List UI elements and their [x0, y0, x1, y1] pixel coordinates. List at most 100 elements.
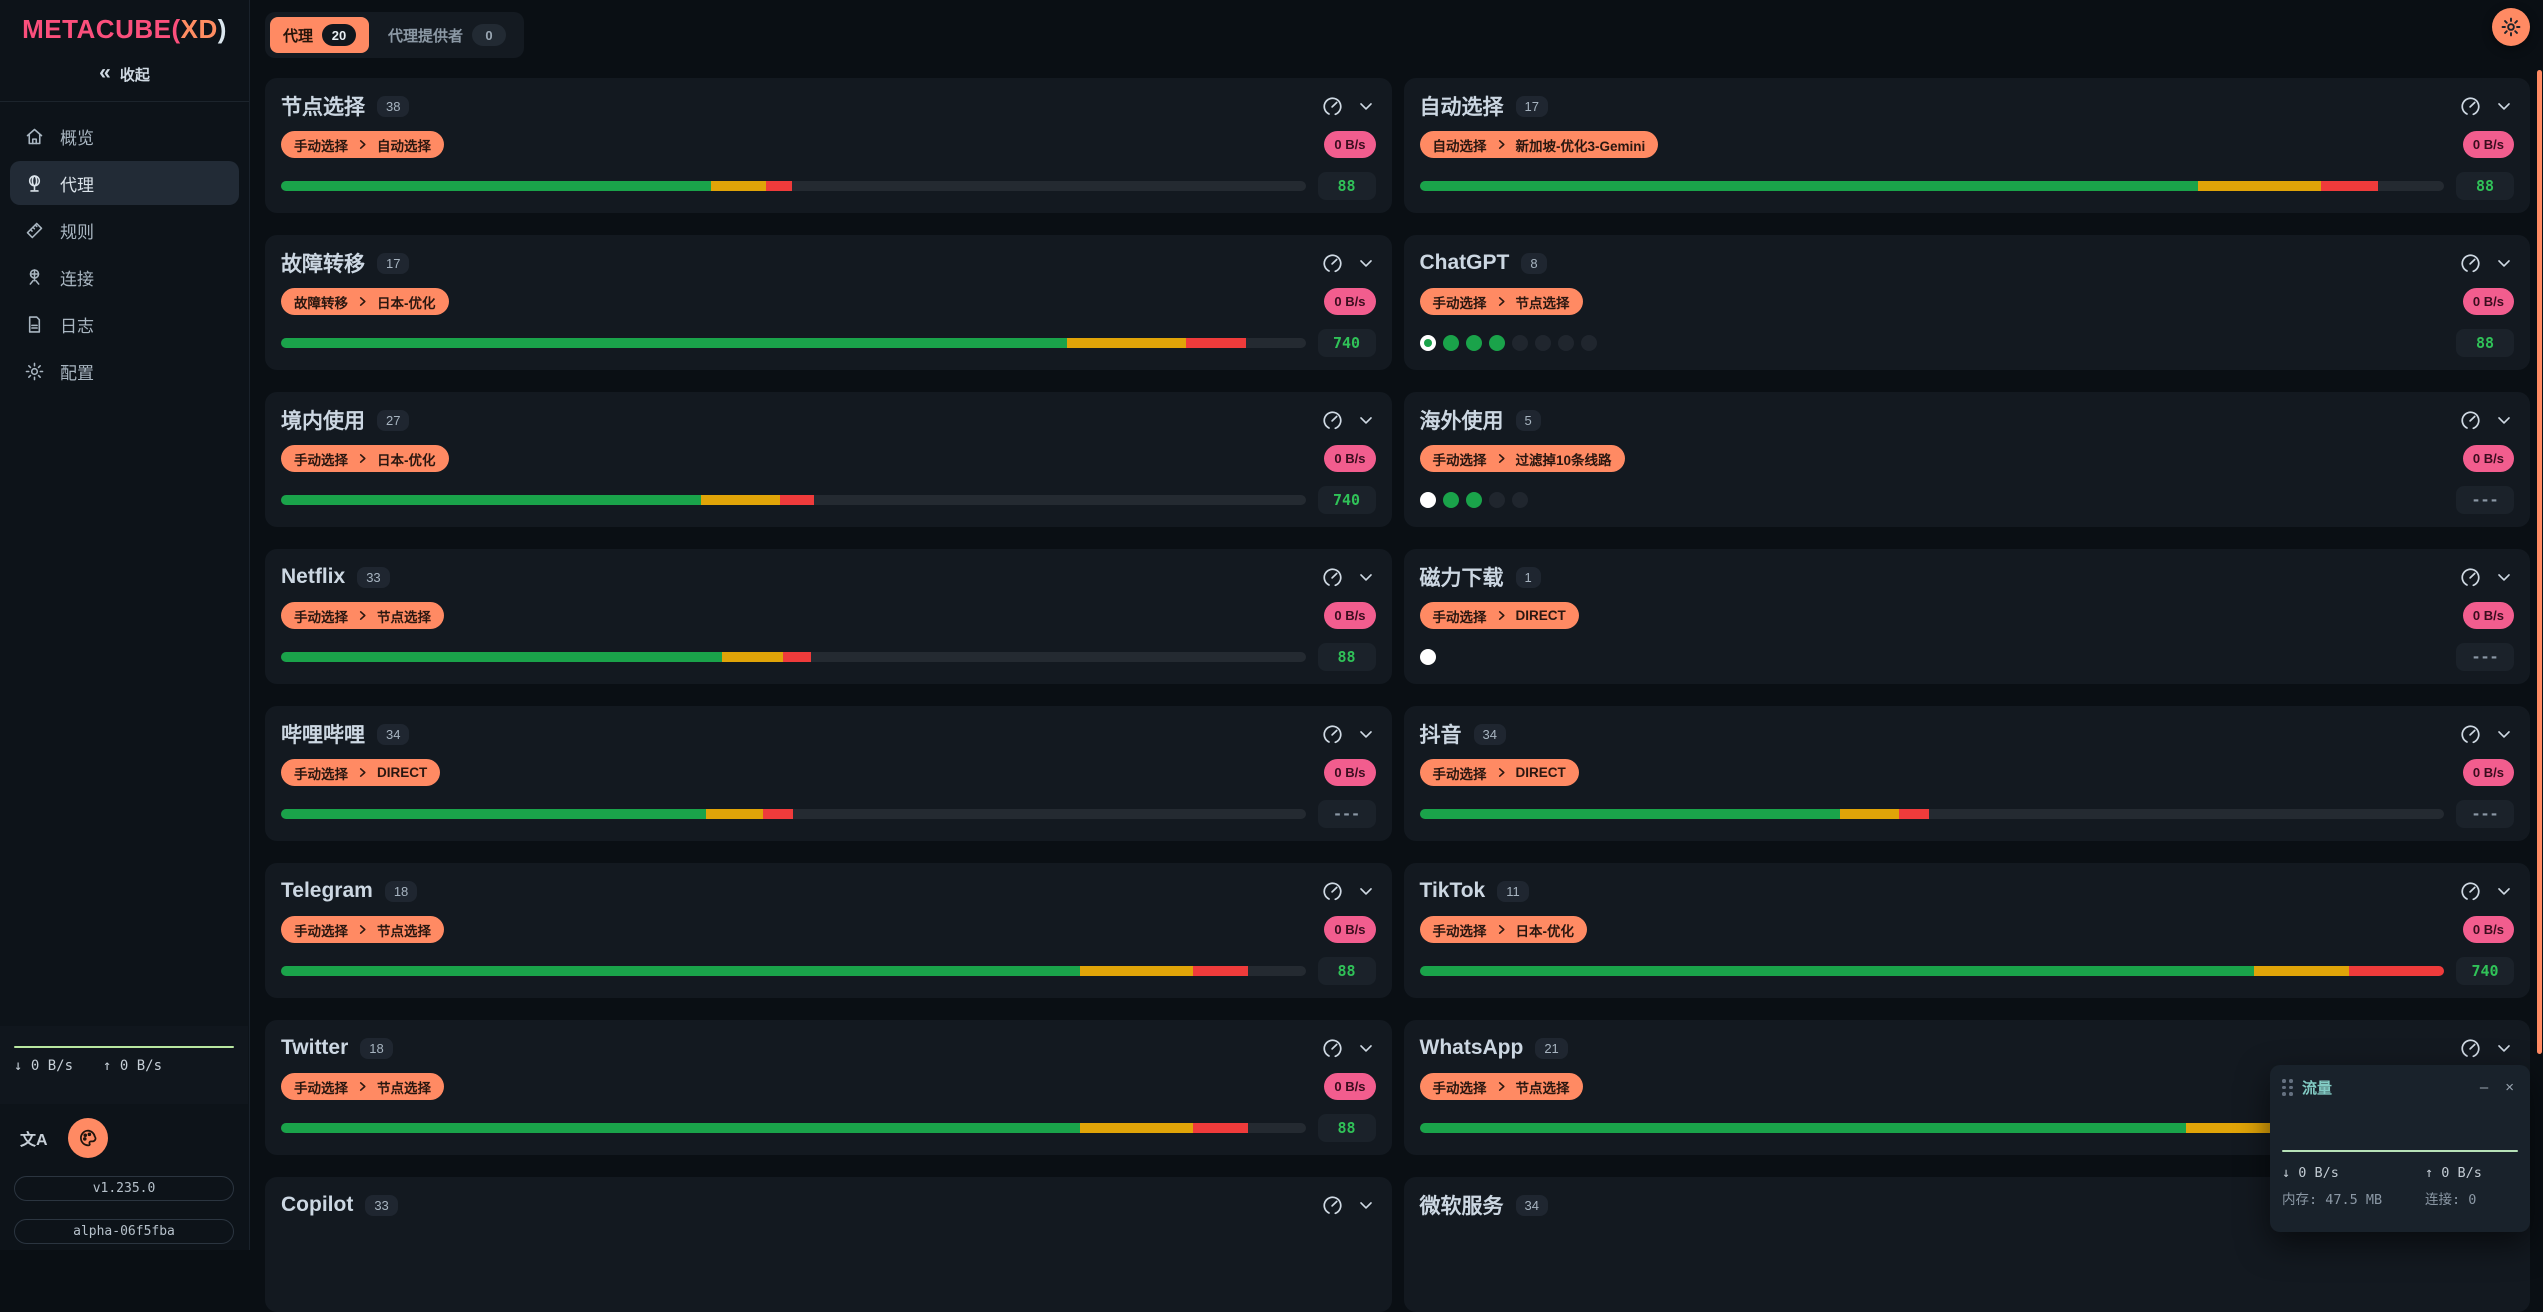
- chevron-down-icon[interactable]: [1356, 410, 1376, 430]
- bar-segment: [2254, 966, 2348, 976]
- drag-handle-icon[interactable]: [2282, 1079, 2293, 1096]
- proxy-grid: 节点选择 38 手动选择 自动选择 0 B/s 88: [265, 78, 2530, 1312]
- chevron-down-icon[interactable]: [1356, 1195, 1376, 1215]
- proxy-group-title: 自动选择: [1420, 91, 1504, 121]
- sidebar-item-connections[interactable]: 连接: [10, 255, 239, 299]
- sidebar-item-rules[interactable]: 规则: [10, 208, 239, 252]
- latency-test-icon[interactable]: [1321, 409, 1344, 432]
- latency-test-icon[interactable]: [2459, 566, 2482, 589]
- latency-test-icon[interactable]: [2459, 880, 2482, 903]
- latency-test-icon[interactable]: [1321, 723, 1344, 746]
- latency-bar: [281, 1123, 1306, 1133]
- latency-bar: [281, 181, 1306, 191]
- node-dot: [1489, 492, 1505, 508]
- bar-segment: [701, 495, 780, 505]
- chevron-down-icon[interactable]: [2494, 567, 2514, 587]
- chevron-down-icon[interactable]: [2494, 881, 2514, 901]
- close-icon[interactable]: ×: [2501, 1080, 2518, 1095]
- latency-test-icon[interactable]: [2459, 252, 2482, 275]
- sidebar-item-logs[interactable]: 日志: [10, 302, 239, 346]
- latency-test-icon[interactable]: [2459, 1037, 2482, 1060]
- chevron-down-icon[interactable]: [1356, 253, 1376, 273]
- node-dot: [1558, 335, 1574, 351]
- core-version-button[interactable]: v1.235.0: [14, 1176, 234, 1201]
- chevron-down-icon[interactable]: [2494, 96, 2514, 116]
- node-dot: [1512, 335, 1528, 351]
- chevron-down-icon[interactable]: [1356, 96, 1376, 116]
- target-name: DIRECT: [1516, 608, 1566, 623]
- sidebar-item-proxies[interactable]: 代理: [10, 161, 239, 205]
- scrollbar-thumb[interactable]: [2537, 70, 2542, 1054]
- traffic-panel: 流量 – × ↓ 0 B/s ↑ 0 B/s 内存: 47.5 MB 连接: 0: [2270, 1065, 2530, 1232]
- bar-segment: [2349, 966, 2444, 976]
- selector-name: 手动选择: [1433, 606, 1487, 626]
- app-build-button[interactable]: alpha-06f5fba: [14, 1219, 234, 1244]
- chevron-down-icon[interactable]: [1356, 881, 1376, 901]
- theme-palette-button[interactable]: [68, 1118, 108, 1158]
- ruler-icon: [24, 220, 45, 241]
- latency-bar: [281, 495, 1306, 505]
- latency-test-icon[interactable]: [1321, 566, 1344, 589]
- sidebar-item-overview[interactable]: 概览: [10, 114, 239, 158]
- bar-segment: [766, 181, 793, 191]
- chevron-right-icon: [357, 924, 368, 935]
- proxy-count-badge: 17: [377, 253, 409, 274]
- latency-test-icon[interactable]: [1321, 95, 1344, 118]
- palette-icon: [77, 1127, 99, 1149]
- chevron-down-icon[interactable]: [1356, 724, 1376, 744]
- bar-segment: [281, 809, 706, 819]
- chevron-down-icon[interactable]: [1356, 1038, 1376, 1058]
- proxy-count-badge: 18: [360, 1038, 392, 1059]
- sidebar-item-label: 连接: [60, 265, 94, 290]
- chevron-down-icon[interactable]: [2494, 1038, 2514, 1058]
- settings-fab-button[interactable]: [2492, 8, 2530, 46]
- proxy-group-card: ChatGPT 8 手动选择 节点选择 0 B/s 88: [1404, 235, 2531, 370]
- selected-route-pill: 手动选择 节点选择: [281, 916, 444, 943]
- latency-test-icon[interactable]: [1321, 1037, 1344, 1060]
- latency-bar: [281, 652, 1306, 662]
- latency-test-icon[interactable]: [1321, 252, 1344, 275]
- proxy-group-card: 境内使用 27 手动选择 日本-优化 0 B/s 740: [265, 392, 1392, 527]
- selector-name: 自动选择: [1433, 135, 1487, 155]
- selected-route-pill: 故障转移 日本-优化: [281, 288, 449, 315]
- bar-segment: [281, 1123, 1080, 1133]
- latency-test-icon[interactable]: [2459, 723, 2482, 746]
- sidebar-item-config[interactable]: 配置: [10, 349, 239, 393]
- minimize-button[interactable]: –: [2476, 1080, 2492, 1095]
- chevron-down-icon[interactable]: [2494, 724, 2514, 744]
- selector-name: 手动选择: [1433, 449, 1487, 469]
- proxy-count-badge: 27: [377, 410, 409, 431]
- chevron-down-icon[interactable]: [2494, 253, 2514, 273]
- target-name: 自动选择: [377, 135, 431, 155]
- chevron-right-icon: [357, 139, 368, 150]
- proxy-group-card: 哔哩哔哩 34 手动选择 DIRECT 0 B/s ---: [265, 706, 1392, 841]
- collapse-sidebar-button[interactable]: « 收起: [50, 59, 200, 89]
- target-name: 节点选择: [377, 606, 431, 626]
- bar-segment: [722, 652, 783, 662]
- proxy-count-badge: 38: [377, 96, 409, 117]
- language-icon[interactable]: 文A: [20, 1126, 48, 1150]
- speed-badge: 0 B/s: [1324, 288, 1375, 315]
- proxy-group-card: 磁力下载 1 手动选择 DIRECT 0 B/s ---: [1404, 549, 2531, 684]
- chevron-down-icon[interactable]: [1356, 567, 1376, 587]
- latency-test-icon[interactable]: [2459, 95, 2482, 118]
- gear-icon: [24, 361, 45, 382]
- app-logo: METACUBE(XD): [0, 14, 249, 45]
- proxy-group-title: WhatsApp: [1420, 1036, 1524, 1060]
- latency-test-icon[interactable]: [2459, 409, 2482, 432]
- node-dot: [1466, 335, 1482, 351]
- proxy-group-card: 故障转移 17 故障转移 日本-优化 0 B/s 740: [265, 235, 1392, 370]
- chevron-right-icon: [357, 453, 368, 464]
- target-name: 日本-优化: [377, 292, 436, 312]
- tab-proxies[interactable]: 代理 20: [270, 17, 369, 53]
- selector-name: 手动选择: [1433, 1077, 1487, 1097]
- latency-value: 88: [1318, 172, 1376, 200]
- bar-segment: [281, 966, 1080, 976]
- chevron-right-icon: [1496, 767, 1507, 778]
- latency-test-icon[interactable]: [1321, 1194, 1344, 1217]
- proxy-group-card: Copilot 33: [265, 1177, 1392, 1312]
- latency-test-icon[interactable]: [1321, 880, 1344, 903]
- tab-proxy-providers[interactable]: 代理提供者 0: [375, 17, 519, 53]
- chevron-down-icon[interactable]: [2494, 410, 2514, 430]
- target-name: 日本-优化: [1516, 920, 1575, 940]
